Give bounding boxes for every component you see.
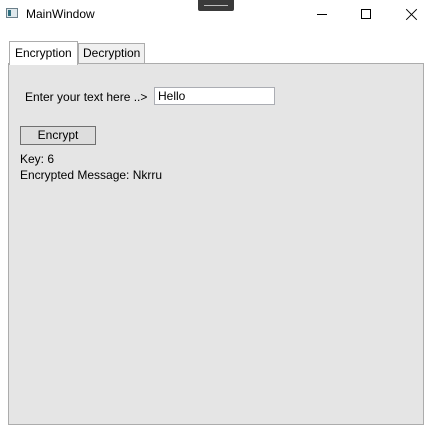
close-icon	[405, 8, 419, 22]
window-app-icon	[6, 8, 18, 18]
plaintext-input[interactable]	[154, 87, 275, 105]
maximize-button[interactable]	[344, 0, 389, 30]
main-window: MainWindow Encryption Decryption Enter y…	[0, 0, 433, 437]
encrypted-message-label: Encrypted Message: Nkrru	[20, 168, 163, 182]
maximize-icon	[361, 9, 371, 19]
close-button[interactable]	[389, 0, 433, 30]
drag-handle-icon[interactable]	[198, 0, 234, 11]
title-bar[interactable]: MainWindow	[0, 0, 433, 30]
input-prompt-label: Enter your text here ..>	[25, 90, 148, 104]
key-label: Key: 6	[20, 152, 55, 166]
window-title: MainWindow	[26, 7, 95, 21]
encrypt-button[interactable]: Encrypt	[20, 126, 96, 145]
minimize-button[interactable]	[299, 0, 344, 30]
tab-encryption[interactable]: Encryption	[9, 41, 78, 65]
encryption-tab-panel	[8, 63, 424, 425]
minimize-icon	[317, 14, 327, 15]
tab-decryption[interactable]: Decryption	[78, 43, 146, 63]
